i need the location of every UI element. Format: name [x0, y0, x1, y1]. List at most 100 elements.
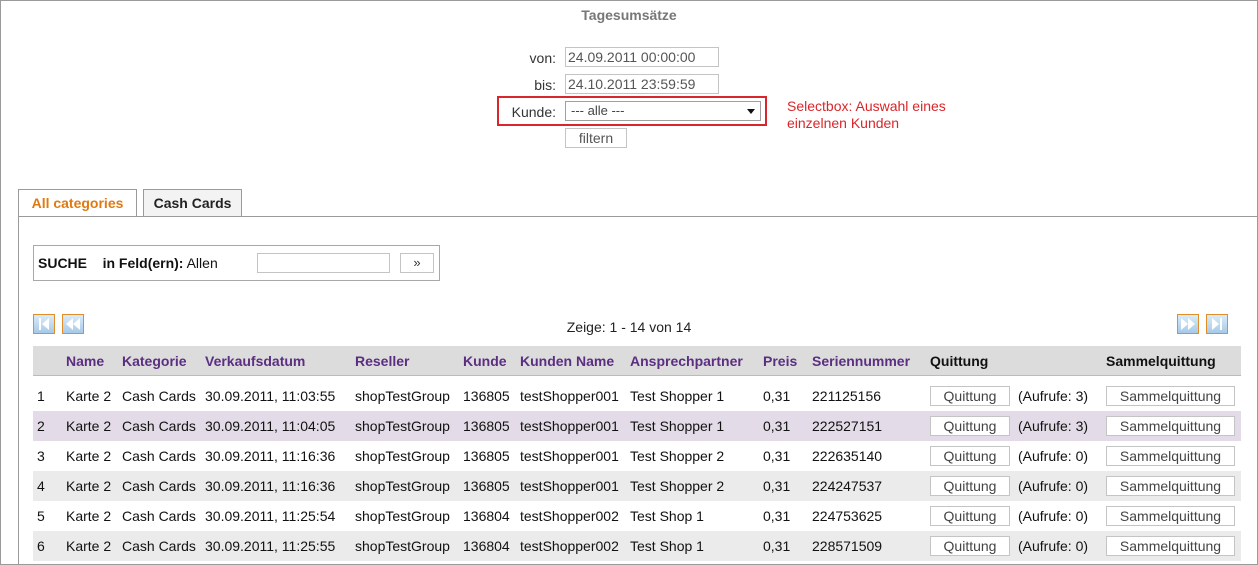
- search-go-button[interactable]: »: [400, 253, 434, 273]
- row-kunde: 136804: [459, 501, 516, 531]
- row-preis: 0,31: [759, 531, 808, 561]
- row-preis: 0,31: [759, 471, 808, 501]
- row-aufrufe: (Aufrufe: 3): [1014, 411, 1102, 441]
- row-reseller: shopTestGroup: [351, 471, 459, 501]
- next-page-button[interactable]: [1177, 314, 1199, 334]
- row-name: Karte 2: [62, 411, 118, 441]
- row-kategorie: Cash Cards: [118, 531, 201, 561]
- search-field-label: in Feld(ern):: [102, 255, 184, 271]
- next-page-icon: [1181, 318, 1195, 330]
- bis-field[interactable]: 24.10.2011 23:59:59: [565, 74, 719, 94]
- col-header-index: [33, 346, 62, 376]
- row-seriennummer: 221125156: [808, 381, 926, 411]
- row-sammelquittung-cell: Sammelquittung: [1102, 471, 1241, 501]
- col-header-kategorie[interactable]: Kategorie: [118, 346, 201, 376]
- row-quittung-cell: Quittung: [926, 381, 1014, 411]
- sammelquittung-button[interactable]: Sammelquittung: [1106, 386, 1235, 406]
- row-aufrufe: (Aufrufe: 3): [1014, 381, 1102, 411]
- row-kunden-name: testShopper001: [516, 381, 626, 411]
- row-reseller: shopTestGroup: [351, 501, 459, 531]
- row-quittung-cell: Quittung: [926, 471, 1014, 501]
- col-header-sammelquittung: Sammelquittung: [1102, 346, 1241, 376]
- sammelquittung-button[interactable]: Sammelquittung: [1106, 416, 1235, 436]
- row-kategorie: Cash Cards: [118, 411, 201, 441]
- table-row[interactable]: 2 Karte 2 Cash Cards 30.09.2011, 11:04:05 sh…: [33, 411, 1241, 441]
- search-label-group: SUCHE in Feld(ern): Allen: [38, 255, 218, 271]
- sammelquittung-button[interactable]: Sammelquittung: [1106, 446, 1235, 466]
- search-input[interactable]: [257, 253, 390, 273]
- tab-cash-cards[interactable]: Cash Cards: [143, 189, 242, 216]
- col-header-name[interactable]: Name: [62, 346, 118, 376]
- row-name: Karte 2: [62, 471, 118, 501]
- row-kategorie: Cash Cards: [118, 441, 201, 471]
- quittung-button[interactable]: Quittung: [930, 536, 1010, 556]
- row-verkaufsdatum: 30.09.2011, 11:25:54: [201, 501, 351, 531]
- sales-table: Name Kategorie Verkaufsdatum Reseller Ku…: [33, 346, 1241, 561]
- row-ansprechpartner: Test Shopper 2: [626, 441, 759, 471]
- row-aufrufe: (Aufrufe: 0): [1014, 441, 1102, 471]
- row-aufrufe: (Aufrufe: 0): [1014, 531, 1102, 561]
- sammelquittung-button[interactable]: Sammelquittung: [1106, 476, 1235, 496]
- row-kunden-name: testShopper002: [516, 531, 626, 561]
- quittung-button[interactable]: Quittung: [930, 476, 1010, 496]
- row-verkaufsdatum: 30.09.2011, 11:16:36: [201, 471, 351, 501]
- row-kunde: 136805: [459, 411, 516, 441]
- row-sammelquittung-cell: Sammelquittung: [1102, 411, 1241, 441]
- page-title: Tagesumsätze: [581, 7, 677, 23]
- row-aufrufe: (Aufrufe: 0): [1014, 471, 1102, 501]
- row-sammelquittung-cell: Sammelquittung: [1102, 501, 1241, 531]
- row-verkaufsdatum: 30.09.2011, 11:03:55: [201, 381, 351, 411]
- sammelquittung-button[interactable]: Sammelquittung: [1106, 536, 1235, 556]
- row-name: Karte 2: [62, 531, 118, 561]
- table-row[interactable]: 5 Karte 2 Cash Cards 30.09.2011, 11:25:54 sh…: [33, 501, 1241, 531]
- sammelquittung-button[interactable]: Sammelquittung: [1106, 506, 1235, 526]
- table-row[interactable]: 4 Karte 2 Cash Cards 30.09.2011, 11:16:36 sh…: [33, 471, 1241, 501]
- bis-label: bis:: [534, 77, 556, 93]
- row-kunde: 136804: [459, 531, 516, 561]
- quittung-button[interactable]: Quittung: [930, 446, 1010, 466]
- row-reseller: shopTestGroup: [351, 441, 459, 471]
- row-index: 3: [33, 441, 62, 471]
- row-index: 2: [33, 411, 62, 441]
- col-header-kunden-name[interactable]: Kunden Name: [516, 346, 626, 376]
- row-kunde: 136805: [459, 471, 516, 501]
- row-preis: 0,31: [759, 501, 808, 531]
- row-kategorie: Cash Cards: [118, 501, 201, 531]
- col-header-kunde[interactable]: Kunde: [459, 346, 516, 376]
- row-kunden-name: testShopper001: [516, 411, 626, 441]
- row-index: 6: [33, 531, 62, 561]
- quittung-button[interactable]: Quittung: [930, 416, 1010, 436]
- quittung-button[interactable]: Quittung: [930, 506, 1010, 526]
- row-kunden-name: testShopper001: [516, 471, 626, 501]
- last-page-button[interactable]: [1206, 314, 1228, 334]
- kunde-select[interactable]: --- alle ---: [565, 101, 761, 121]
- quittung-button[interactable]: Quittung: [930, 386, 1010, 406]
- filter-button[interactable]: filtern: [565, 128, 627, 148]
- table-row[interactable]: 3 Karte 2 Cash Cards 30.09.2011, 11:16:36 sh…: [33, 441, 1241, 471]
- row-index: 1: [33, 381, 62, 411]
- von-label: von:: [529, 50, 556, 66]
- row-seriennummer: 222635140: [808, 441, 926, 471]
- row-name: Karte 2: [62, 501, 118, 531]
- table-row[interactable]: 6 Karte 2 Cash Cards 30.09.2011, 11:25:55 sh…: [33, 531, 1241, 561]
- tab-all-categories[interactable]: All categories: [18, 189, 137, 217]
- search-panel: SUCHE in Feld(ern): Allen »: [33, 245, 440, 281]
- row-ansprechpartner: Test Shop 1: [626, 531, 759, 561]
- row-seriennummer: 224753625: [808, 501, 926, 531]
- row-reseller: shopTestGroup: [351, 411, 459, 441]
- col-header-seriennummer[interactable]: Seriennummer: [808, 346, 926, 376]
- col-header-preis[interactable]: Preis: [759, 346, 808, 376]
- pager-status: Zeige: 1 - 14 von 14: [566, 319, 692, 335]
- von-field[interactable]: 24.09.2011 00:00:00: [565, 47, 719, 67]
- row-seriennummer: 228571509: [808, 531, 926, 561]
- col-header-verkaufsdatum[interactable]: Verkaufsdatum: [201, 346, 351, 376]
- row-name: Karte 2: [62, 381, 118, 411]
- kunde-selected-value: --- alle ---: [571, 103, 625, 118]
- row-kategorie: Cash Cards: [118, 471, 201, 501]
- table-row[interactable]: 1 Karte 2 Cash Cards 30.09.2011, 11:03:55 sh…: [33, 381, 1241, 411]
- row-verkaufsdatum: 30.09.2011, 11:16:36: [201, 441, 351, 471]
- col-header-aufrufe: [1014, 346, 1102, 376]
- search-field-value[interactable]: Allen: [187, 255, 218, 271]
- col-header-ansprechpartner[interactable]: Ansprechpartner: [626, 346, 759, 376]
- col-header-reseller[interactable]: Reseller: [351, 346, 459, 376]
